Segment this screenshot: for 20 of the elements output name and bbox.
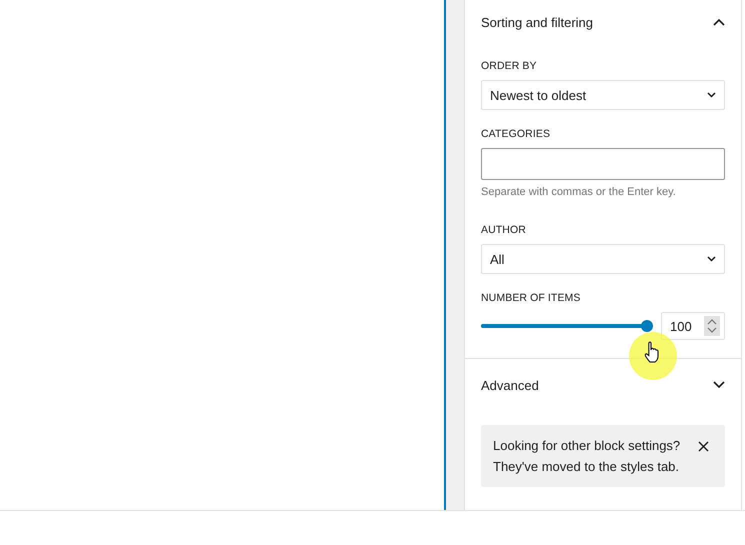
- field-label: NUMBER OF ITEMS: [481, 292, 582, 304]
- notice-text: Looking for other block settings? They've moved to the styles tab.: [493, 437, 682, 476]
- field-label: ORDER BY: [481, 60, 538, 72]
- chevron-down-icon: [707, 92, 716, 98]
- slider-thumb[interactable]: [641, 320, 653, 332]
- chevron-down-icon: [713, 381, 725, 389]
- field-label: AUTHOR: [481, 224, 527, 236]
- input-field[interactable]: [481, 148, 725, 180]
- select-field[interactable]: Newest to oldest: [481, 80, 725, 110]
- select-field[interactable]: All: [481, 244, 725, 274]
- chevron-down-icon: [707, 256, 716, 262]
- help-text: Separate with commas or the Enter key.: [481, 186, 677, 198]
- chevron-up-icon: [713, 18, 725, 26]
- hand-cursor-icon: [644, 341, 660, 363]
- cursor-highlight-overlay: [629, 332, 677, 380]
- close-icon: [698, 441, 709, 452]
- section-header[interactable]: Sorting and filtering: [465, 0, 741, 44]
- field-label: CATEGORIES: [481, 128, 552, 140]
- section-header[interactable]: Advanced: [465, 359, 741, 411]
- number-field[interactable]: 100: [661, 312, 725, 340]
